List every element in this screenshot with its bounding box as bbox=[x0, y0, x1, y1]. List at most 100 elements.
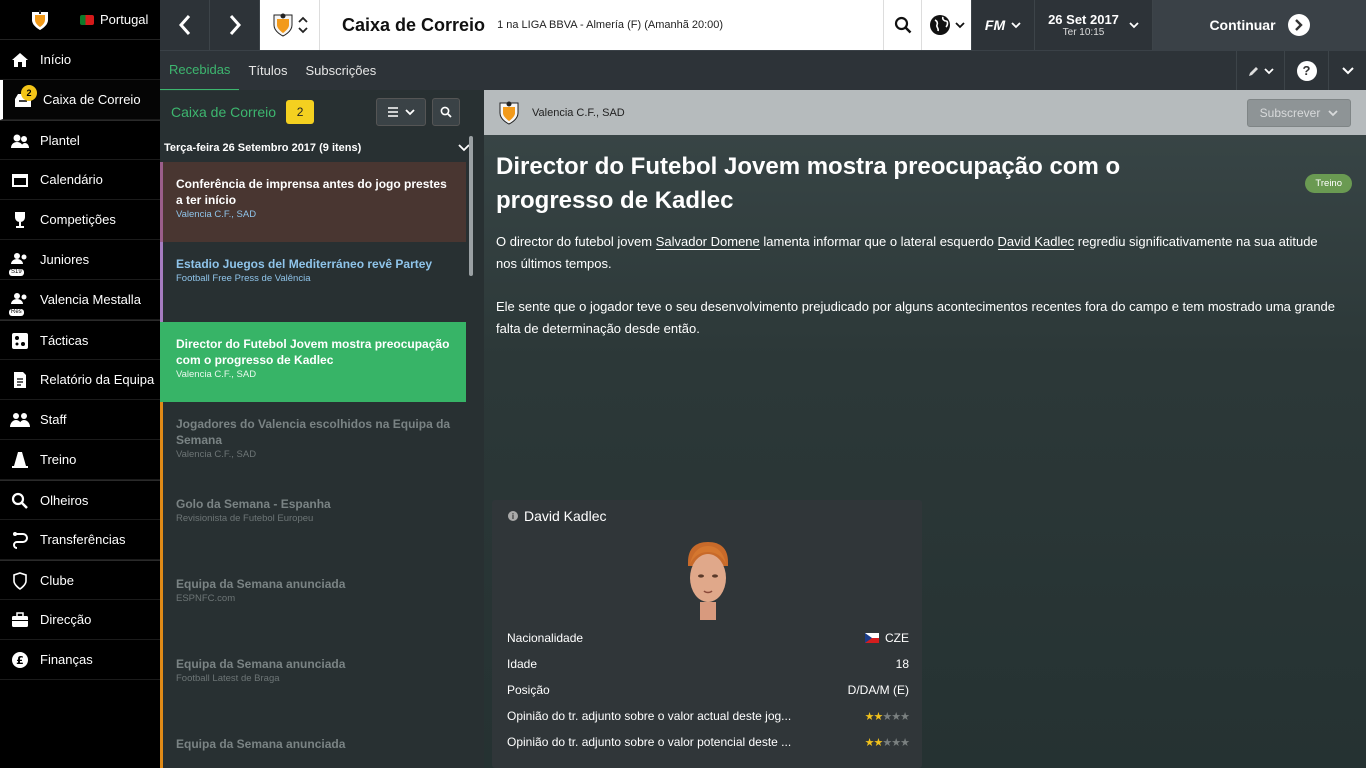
chevron-down-icon bbox=[1263, 67, 1274, 74]
message-title: Golo da Semana - Espanha bbox=[176, 497, 331, 511]
inbox-message[interactable]: Equipa da Semana anunciada Football Late… bbox=[160, 642, 466, 722]
date-menu[interactable]: 26 Set 2017 Ter 10:15 bbox=[1035, 0, 1153, 50]
club-shield-icon bbox=[10, 572, 30, 590]
search-button[interactable] bbox=[883, 0, 921, 50]
subscribe-button[interactable]: Subscrever bbox=[1247, 98, 1351, 127]
row-value: CZE bbox=[885, 631, 909, 645]
inbox-message[interactable]: Estadio Juegos del Mediterráneo revê Par… bbox=[160, 242, 466, 322]
inbox-filter-button[interactable] bbox=[376, 98, 427, 126]
sidebar-item-treino[interactable]: Treino bbox=[0, 440, 160, 480]
nation-selector[interactable]: Portugal bbox=[80, 12, 148, 27]
pound-coin-icon: £ bbox=[10, 651, 30, 669]
search-icon bbox=[894, 16, 911, 34]
chevron-down-icon bbox=[405, 109, 415, 116]
club-switcher[interactable] bbox=[260, 0, 320, 50]
player-info-row: Idade 18 bbox=[507, 651, 909, 677]
sender-crest-icon bbox=[499, 101, 519, 125]
updown-chevron-icon bbox=[297, 16, 308, 34]
continue-label: Continuar bbox=[1209, 17, 1276, 33]
sidebar-item-clube[interactable]: Clube bbox=[0, 560, 160, 600]
sidebar-item-transferencias[interactable]: Transferências bbox=[0, 520, 160, 560]
message-title: Jogadores do Valencia escolhidos na Equi… bbox=[176, 417, 451, 447]
inbox-search-button[interactable] bbox=[432, 98, 461, 126]
home-icon bbox=[10, 51, 30, 69]
sidebar-item-financas[interactable]: £ Finanças bbox=[0, 640, 160, 680]
forward-button[interactable] bbox=[210, 0, 260, 50]
inbox-message[interactable]: Conferência de imprensa antes do jogo pr… bbox=[160, 162, 466, 242]
inbox-scrollbar[interactable] bbox=[469, 136, 473, 276]
back-button[interactable] bbox=[160, 0, 210, 50]
message-title: Estadio Juegos del Mediterráneo revê Par… bbox=[176, 257, 433, 271]
sidebar-item-valencia-mestalla[interactable]: Res Valencia Mestalla bbox=[0, 280, 160, 320]
sidebar-item-caixa-de-correio[interactable]: 2 Caixa de Correio bbox=[0, 80, 160, 120]
tab-subscricoes[interactable]: Subscrições bbox=[296, 51, 385, 91]
player-info-row: Opinião do tr. adjunto sobre o valor pot… bbox=[507, 729, 910, 755]
sidebar-item-label: Calendário bbox=[40, 172, 103, 187]
globe-icon bbox=[929, 15, 950, 35]
date-group-header[interactable]: Terça-feira 26 Setembro 2017 (9 itens) bbox=[160, 134, 484, 162]
sidebar-item-staff[interactable]: Staff bbox=[0, 400, 160, 440]
scouting-search-icon bbox=[10, 492, 30, 510]
inbox-message[interactable]: Golo da Semana - Espanha Revisionista de… bbox=[160, 482, 466, 562]
help-button[interactable]: ? bbox=[1284, 50, 1328, 91]
sidebar-item-direccao[interactable]: Direcção bbox=[0, 600, 160, 640]
category-tag[interactable]: Treino bbox=[1305, 174, 1352, 193]
title-bar: Caixa de Correio 1 na LIGA BBVA - Almerí… bbox=[260, 0, 971, 50]
unread-count-badge: 2 bbox=[286, 100, 315, 124]
inbox-message[interactable]: Jogadores do Valencia escolhidos na Equi… bbox=[160, 402, 466, 482]
player-info-row: Nacionalidade CZE bbox=[507, 625, 909, 651]
sidebar-item-label: Tácticas bbox=[40, 332, 89, 348]
pencil-icon bbox=[1248, 66, 1258, 76]
youth-tag: S19 bbox=[9, 269, 24, 276]
world-menu-button[interactable] bbox=[921, 0, 971, 50]
inbox-message[interactable]: Equipa da Semana anunciada ESPNFC.com bbox=[160, 562, 466, 642]
sidebar-item-label: Staff bbox=[40, 412, 67, 427]
message-paragraph: O director do futebol jovem Salvador Dom… bbox=[496, 231, 1336, 275]
sidebar-item-tacticas[interactable]: Tácticas bbox=[0, 320, 160, 360]
sidebar-item-juniores[interactable]: S19 Juniores bbox=[0, 240, 160, 280]
portugal-flag-icon bbox=[80, 14, 94, 25]
svg-text:£: £ bbox=[16, 654, 24, 667]
player-card-title[interactable]: i David Kadlec bbox=[508, 508, 607, 524]
message-sender[interactable]: Valencia C.F., SAD bbox=[532, 107, 625, 119]
sidebar-item-label: Plantel bbox=[40, 132, 80, 148]
sidebar: Portugal Início 2 Caixa de Correio Plant… bbox=[0, 0, 160, 768]
message-source: Football Latest de Braga bbox=[176, 673, 280, 684]
message-title: Equipa da Semana anunciada bbox=[176, 577, 346, 591]
chevron-left-icon bbox=[178, 15, 190, 35]
inbox-message[interactable]: Equipa da Semana anunciada bbox=[160, 722, 466, 768]
star-rating: ★★★★★ bbox=[864, 710, 910, 723]
tab-titulos[interactable]: Títulos bbox=[239, 51, 296, 91]
sidebar-item-calendario[interactable]: Calendário bbox=[0, 160, 160, 200]
inbox-message-selected[interactable]: Director do Futebol Jovem mostra preocup… bbox=[160, 322, 466, 402]
text-span: lamenta informar que o lateral esquerdo bbox=[759, 234, 998, 249]
text-span: O director do futebol jovem bbox=[496, 234, 656, 249]
message-source: Revisionista de Futebol Europeu bbox=[176, 513, 314, 524]
sidebar-item-competicoes[interactable]: Competições bbox=[0, 200, 160, 240]
message-source: Valencia C.F., SAD bbox=[176, 209, 257, 220]
continue-button[interactable]: Continuar bbox=[1153, 0, 1366, 50]
inbox-panel: Caixa de Correio 2 Terça-feira 26 Setemb… bbox=[160, 90, 484, 768]
fm-menu-button[interactable]: FM bbox=[971, 0, 1035, 50]
person-link-salvador-domene[interactable]: Salvador Domene bbox=[655, 234, 760, 250]
briefcase-icon bbox=[10, 611, 30, 629]
sidebar-item-label: Transferências bbox=[40, 532, 126, 547]
star-rating: ★★★★★ bbox=[864, 736, 910, 749]
message-title: Conferência de imprensa antes do jogo pr… bbox=[176, 177, 447, 207]
sidebar-item-inicio[interactable]: Início bbox=[0, 40, 160, 80]
sidebar-item-plantel[interactable]: Plantel bbox=[0, 120, 160, 160]
club-crest-icon[interactable] bbox=[0, 9, 80, 31]
edit-menu-button[interactable] bbox=[1236, 50, 1284, 91]
player-face-image bbox=[688, 542, 728, 620]
player-card: i David Kadlec Nacionalidade CZE Idade 1… bbox=[492, 500, 922, 768]
page-title: Caixa de Correio bbox=[342, 14, 486, 35]
current-date: 26 Set 2017 bbox=[1048, 12, 1119, 27]
sidebar-item-label: Início bbox=[40, 52, 72, 67]
sidebar-item-olheiros[interactable]: Olheiros bbox=[0, 480, 160, 520]
chevron-down-icon bbox=[1011, 22, 1021, 29]
tab-recebidas[interactable]: Recebidas bbox=[160, 51, 240, 91]
more-menu-button[interactable] bbox=[1328, 50, 1366, 91]
person-link-david-kadlec[interactable]: David Kadlec bbox=[997, 234, 1075, 250]
next-fixture[interactable]: 1 na LIGA BBVA - Almería (F) (Amanhã 20:… bbox=[497, 19, 723, 31]
sidebar-item-relatorio-da-equipa[interactable]: Relatório da Equipa bbox=[0, 360, 160, 400]
